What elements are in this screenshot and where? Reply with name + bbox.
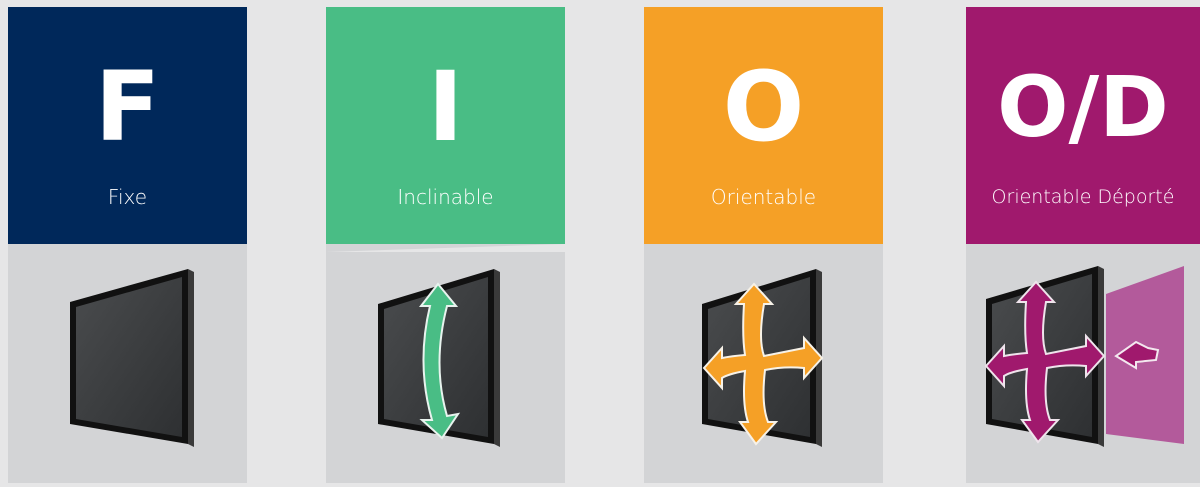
- card-letter: O/D: [997, 58, 1169, 156]
- mount-card-orientable[interactable]: O Orientable: [644, 7, 883, 483]
- card-illustration: [8, 244, 247, 483]
- mount-card-orientable-deporte[interactable]: O/D Orientable Déporté: [966, 7, 1200, 483]
- card-header: F Fixe: [8, 7, 247, 244]
- card-illustration: [326, 244, 565, 483]
- mount-card-fixe[interactable]: F Fixe: [8, 7, 247, 483]
- card-label: Inclinable: [397, 185, 494, 209]
- card-label: Fixe: [107, 185, 148, 209]
- card-label: Orientable: [710, 185, 817, 209]
- monitor-side: [188, 269, 194, 447]
- mount-card-inclinable[interactable]: I Inclinable: [326, 7, 565, 483]
- card-letter: I: [427, 51, 464, 163]
- card-header: I Inclinable: [326, 7, 565, 244]
- card-header: O Orientable: [644, 7, 883, 244]
- card-letter: F: [94, 51, 161, 163]
- monitor-side: [494, 269, 500, 447]
- card-illustration: [966, 244, 1200, 483]
- swivel-arrows-icon: [702, 269, 824, 447]
- card-label: Orientable Déporté: [991, 186, 1175, 208]
- fixed-monitor-icon: [70, 269, 194, 447]
- card-illustration: [644, 244, 883, 483]
- tilt-arrow-icon: [326, 244, 565, 447]
- card-header: O/D Orientable Déporté: [966, 7, 1200, 244]
- swivel-extend-arrows-icon: [984, 266, 1184, 447]
- card-letter: O: [722, 51, 805, 163]
